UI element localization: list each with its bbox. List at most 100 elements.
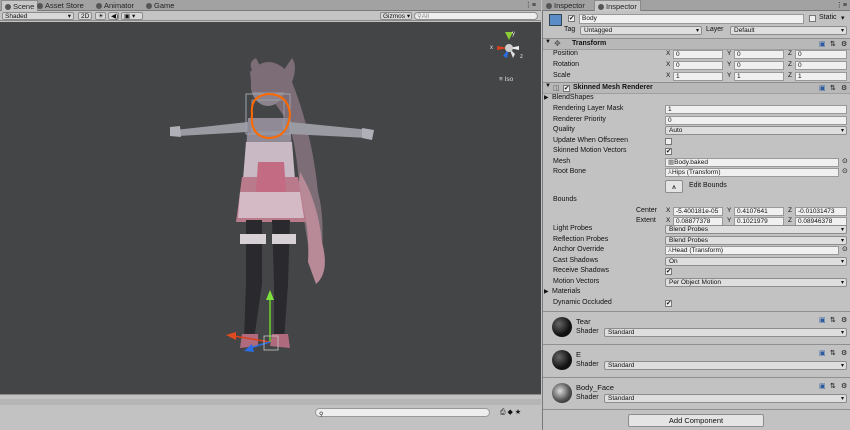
scale-z-field[interactable]: 1 [795,72,847,81]
help-icon[interactable]: ▣ [819,382,826,390]
center-y-field[interactable]: 0.4107641 [734,206,784,216]
component-settings-icon[interactable]: ⚙ [841,84,847,92]
transform-icon: ✥ [554,39,561,48]
position-z-field[interactable]: 0 [795,50,847,59]
inspector-panel: ✔ Body Static ▾ Tag Untagged Layer Defau… [542,11,850,430]
rotation-y-field[interactable]: 0 [734,61,784,70]
help-icon[interactable]: ▣ [819,84,826,92]
tab-animator[interactable]: Animator [93,0,137,11]
anchor-override-row: Anchor Override ⅄Head (Transform) ⊙ [553,245,848,256]
audio-toggle-icon[interactable]: ◀) [108,12,119,20]
receive-shadows-checkbox[interactable]: ✔ [665,268,672,275]
effects-dropdown-icon[interactable]: ▣ ▾ [121,12,143,20]
reflection-probes-row: Reflection Probes Blend Probes [543,235,850,246]
active-checkbox[interactable]: ✔ [568,15,575,22]
help-icon[interactable]: ▣ [819,40,826,48]
center-z-field[interactable]: -0.01031473 [795,206,847,216]
presets-icon[interactable]: ⇅ [830,40,836,48]
collapsed-arrow-icon: ▶ [544,95,549,101]
renderer-priority-field[interactable]: 0 [665,115,847,125]
material-tear: Tear Shader Standard ▣ ⇅ ⚙ [543,312,850,342]
scene-icon [5,4,11,10]
quality-dropdown[interactable]: Auto [665,126,847,135]
help-icon[interactable]: ▣ [819,349,826,357]
scene-search-input[interactable]: ⚲All [414,12,538,20]
root-bone-object-field[interactable]: ⅄Hips (Transform) [665,168,839,177]
motion-vectors-row: Motion Vectors Per Object Motion [543,277,850,288]
rotation-x-field[interactable]: 0 [673,61,723,70]
scene-viewport[interactable]: x y z ≡ Iso [0,22,541,394]
update-offscreen-checkbox[interactable] [665,137,672,145]
cast-shadows-dropdown[interactable]: On [665,256,847,266]
static-checkbox[interactable] [809,15,816,22]
object-picker-icon[interactable]: ⊙ [842,167,848,178]
scale-x-field[interactable]: 1 [673,72,723,81]
blendshapes-foldout[interactable]: ▶ BlendShapes [543,93,850,104]
tab-asset-store[interactable]: Asset Store [34,0,87,11]
dynamic-occluded-checkbox[interactable]: ✔ [665,299,672,307]
inspector-tab-bar: Inspector Inspector ⋮≡ [542,0,850,11]
store-icon [37,3,43,9]
asset-search-input[interactable]: ⚲ [315,408,490,418]
edit-bounds-label: Edit Bounds [689,182,727,189]
material-preview-icon [552,383,572,403]
component-settings-icon[interactable]: ⚙ [841,349,847,357]
lighting-toggle-icon[interactable]: ☀ [95,12,106,20]
orientation-gizmo[interactable]: x y z [487,31,531,72]
edit-bounds-icon: ⩚ [671,182,677,191]
motion-vectors-dropdown[interactable]: Per Object Motion [665,277,847,287]
filter-icon[interactable]: ⎙ ◆ ★ [500,408,521,417]
horizontal-scrollbar[interactable] [0,399,541,405]
gizmos-dropdown[interactable]: Gizmos ▾ [380,12,412,20]
help-icon[interactable]: ▣ [819,316,826,324]
materials-foldout[interactable]: ▶ Materials [543,287,850,298]
anchor-override-object-field[interactable]: ⅄Head (Transform) [665,246,839,255]
tab-inspector-1[interactable]: Inspector [543,0,588,11]
center-x-field[interactable]: -5.400181e-05 [673,206,723,216]
static-dropdown-icon[interactable]: ▾ [841,14,845,22]
presets-icon[interactable]: ⇅ [830,84,836,92]
shading-mode-dropdown[interactable]: Shaded ▾ [2,12,74,20]
component-settings-icon[interactable]: ⚙ [841,382,847,390]
tag-dropdown[interactable]: Untagged [580,26,702,35]
mesh-object-field[interactable]: ▦Body.baked [665,157,839,167]
inspector-menu-icon[interactable]: ⋮≡ [836,1,847,9]
object-picker-icon[interactable]: ⊙ [842,157,848,168]
add-component-button[interactable]: Add Component [628,414,764,427]
reflection-probes-dropdown[interactable]: Blend Probes [665,235,847,245]
expand-arrow-icon: ▼ [545,39,551,45]
shader-dropdown[interactable]: Standard [604,394,847,403]
rendering-layer-mask-field[interactable]: 1 [665,105,847,114]
object-name-field[interactable]: Body [579,14,804,24]
layer-dropdown[interactable]: Default [730,26,847,35]
2d-toggle-button[interactable]: 2D [78,12,92,20]
shader-dropdown[interactable]: Standard [604,328,847,337]
component-settings-icon[interactable]: ⚙ [841,40,847,48]
projection-label[interactable]: ≡ Iso [499,76,513,83]
bounds-center-row: Center X -5.400181e-05 Y 0.4107641 Z -0.… [543,206,850,217]
skinned-motion-vectors-checkbox[interactable]: ✔ [665,148,672,155]
object-picker-icon[interactable]: ⊙ [842,245,848,256]
tab-scene[interactable]: Scene [1,0,39,11]
position-y-field[interactable]: 0 [734,50,784,59]
material-e: E Shader Standard ▣ ⇅ ⚙ [543,345,850,375]
presets-icon[interactable]: ⇅ [830,316,836,324]
tab-game[interactable]: Game [143,0,177,11]
scale-y-field[interactable]: 1 [734,72,784,81]
renderer-priority-row: Renderer Priority 0 [543,115,850,126]
edit-bounds-button[interactable]: ⩚ [665,180,683,193]
presets-icon[interactable]: ⇅ [830,349,836,357]
rotation-z-field[interactable]: 0 [795,61,847,70]
skinned-motion-vectors-row: Skinned Motion Vectors ✔ [553,147,672,155]
smr-enabled-checkbox[interactable]: ✔ [563,85,570,92]
transform-scale-row: Scale X 1 Y 1 Z 1 [543,71,850,82]
game-icon [146,3,152,9]
component-settings-icon[interactable]: ⚙ [841,316,847,324]
tab-inspector-2[interactable]: Inspector [594,0,641,11]
shader-dropdown[interactable]: Standard [604,361,847,370]
info-icon [598,4,604,10]
scene-menu-icon[interactable]: ⋮≡ [525,1,536,9]
light-probes-dropdown[interactable]: Blend Probes [665,225,847,234]
position-x-field[interactable]: 0 [673,50,723,59]
presets-icon[interactable]: ⇅ [830,382,836,390]
